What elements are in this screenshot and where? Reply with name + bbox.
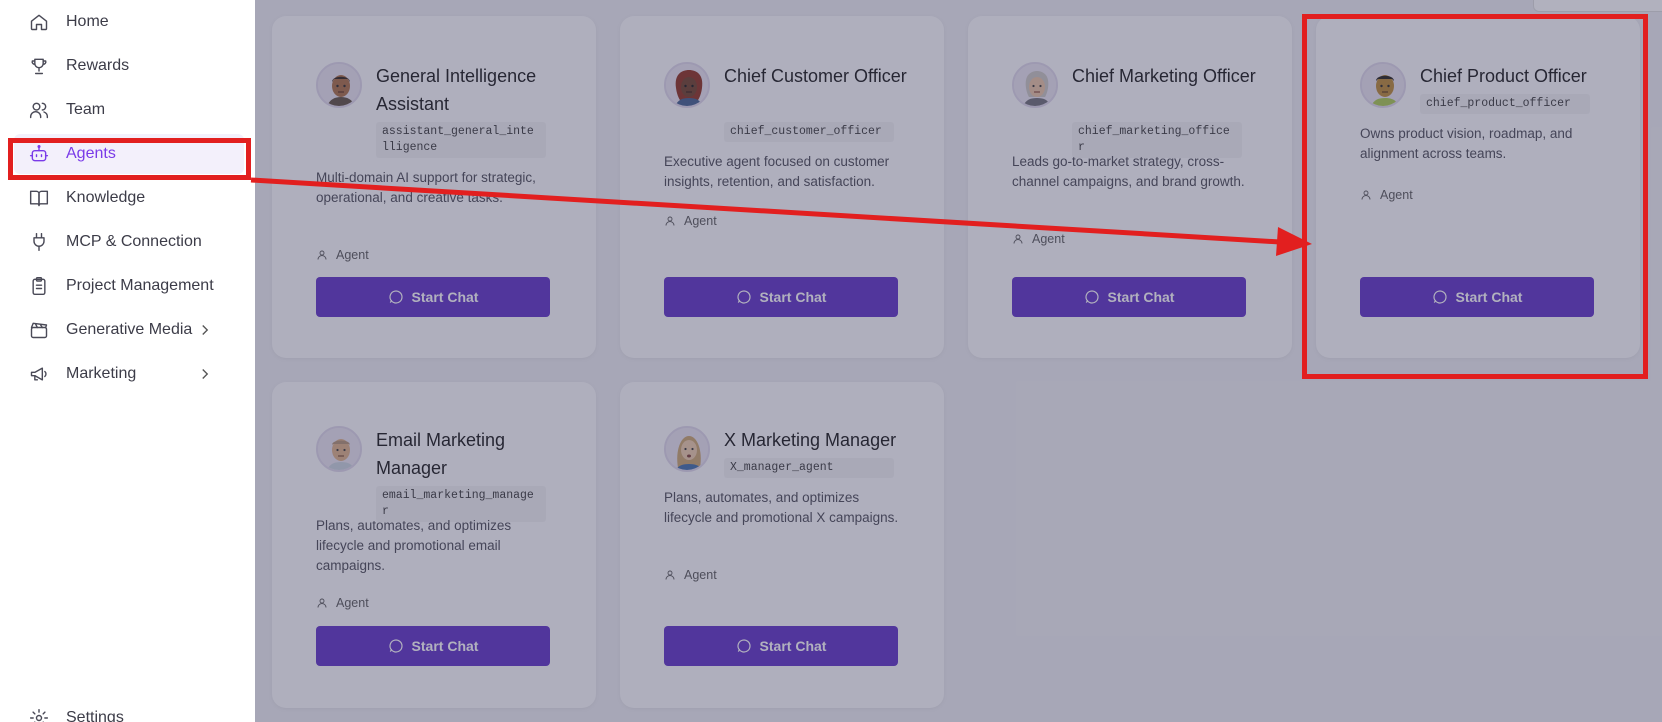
user-icon	[1013, 234, 1023, 244]
agent-role: Agent	[664, 214, 717, 228]
chat-bubble-icon	[736, 639, 751, 653]
agent-title: Chief Product Officer	[1420, 66, 1587, 86]
user-icon	[665, 570, 675, 580]
sidebar-item-label: MCP & Connection	[66, 233, 202, 250]
agent-description: Multi-domain AI support for strategic, o…	[316, 170, 536, 205]
clapperboard-icon	[28, 319, 50, 341]
agent-card: Chief Product Officer chief_product_offi…	[1316, 16, 1640, 358]
sidebar-item-knowledge[interactable]: Knowledge	[14, 178, 244, 218]
agent-role: Agent	[1012, 232, 1065, 246]
chat-bubble-icon	[388, 290, 403, 304]
agent-role: Agent	[1360, 188, 1413, 202]
agent-code: chief_product_officer	[1420, 94, 1590, 114]
sidebar-item-label: Home	[66, 13, 109, 30]
agent-description: Plans, automates, and optimizes lifecycl…	[316, 518, 512, 573]
chat-bubble-icon	[1084, 290, 1099, 304]
chevron-right-icon	[196, 365, 214, 383]
sidebar-item-settings[interactable]: Settings	[14, 698, 244, 722]
sidebar-item-label: Marketing	[66, 365, 137, 382]
agent-role-label: Agent	[684, 568, 717, 582]
users-icon	[28, 99, 50, 121]
agent-avatar	[1012, 62, 1058, 108]
agent-description: Plans, automates, and optimizes lifecycl…	[664, 490, 899, 525]
chat-bubble-icon	[1432, 290, 1447, 304]
sidebar-item-generative-media[interactable]: Generative Media	[14, 310, 244, 350]
agent-role-label: Agent	[684, 214, 717, 228]
sidebar-item-project-management[interactable]: Project Management	[14, 266, 244, 306]
agent-role: Agent	[664, 568, 717, 582]
plug-icon	[28, 231, 50, 253]
robot-icon	[28, 143, 50, 165]
agent-avatar	[316, 426, 362, 472]
start-chat-button[interactable]: Start Chat	[664, 626, 898, 666]
agent-title: Email Marketing Manager	[376, 430, 506, 478]
user-icon	[665, 216, 675, 226]
user-icon	[1361, 190, 1371, 200]
sidebar-item-label: Rewards	[66, 57, 130, 74]
top-dropdown-edge	[1533, 0, 1662, 12]
agent-role-label: Agent	[336, 596, 369, 610]
start-chat-button[interactable]: Start Chat	[1012, 277, 1246, 317]
agent-card: Email Marketing Manager email_marketing_…	[272, 382, 596, 708]
agent-role-label: Agent	[1032, 232, 1065, 246]
gear-icon	[28, 707, 50, 722]
agent-title: Chief Marketing Officer	[1072, 66, 1256, 86]
sidebar-item-label: Agents	[66, 145, 116, 162]
sidebar-item-label: Generative Media	[66, 321, 193, 338]
agent-role: Agent	[316, 596, 369, 610]
chat-bubble-icon	[736, 290, 751, 304]
clipboard-icon	[28, 275, 50, 297]
agent-card: Chief Marketing Officer chief_marketing_…	[968, 16, 1292, 358]
agent-avatar	[664, 62, 710, 108]
sidebar-item-team[interactable]: Team	[14, 90, 244, 130]
start-chat-button[interactable]: Start Chat	[1360, 277, 1594, 317]
sidebar: Home Rewards Team Agents Knowledge MCP &…	[0, 0, 255, 722]
agents-grid: General Intelligence Assistant assistant…	[255, 0, 1662, 722]
trophy-icon	[28, 55, 50, 77]
agent-role: Agent	[316, 248, 369, 262]
agent-card: Chief Customer Officer chief_customer_of…	[620, 16, 944, 358]
agent-description: Owns product vision, roadmap, and alignm…	[1360, 126, 1573, 161]
home-icon	[28, 11, 50, 33]
user-icon	[317, 250, 327, 260]
chevron-right-icon	[196, 321, 214, 339]
agent-card: X Marketing Manager X_manager_agent Plan…	[620, 382, 944, 708]
sidebar-item-agents[interactable]: Agents	[14, 134, 244, 174]
agent-title: Chief Customer Officer	[724, 66, 907, 86]
chat-bubble-icon	[388, 639, 403, 653]
agent-title: X Marketing Manager	[724, 430, 897, 450]
agent-avatar	[1360, 62, 1406, 108]
agent-description: Leads go-to-market strategy, cross-chann…	[1012, 154, 1245, 189]
agent-code: assistant_general_intelligence	[376, 122, 546, 158]
start-chat-button[interactable]: Start Chat	[316, 277, 550, 317]
sidebar-item-label: Project Management	[66, 277, 214, 294]
start-chat-label: Start Chat	[411, 638, 479, 654]
start-chat-button[interactable]: Start Chat	[664, 277, 898, 317]
agent-code: chief_customer_officer	[724, 122, 894, 142]
start-chat-label: Start Chat	[411, 289, 479, 305]
agent-code: X_manager_agent	[724, 458, 894, 478]
start-chat-button[interactable]: Start Chat	[316, 626, 550, 666]
sidebar-item-label: Settings	[66, 709, 124, 722]
agent-card: General Intelligence Assistant assistant…	[272, 16, 596, 358]
start-chat-label: Start Chat	[1455, 289, 1523, 305]
start-chat-label: Start Chat	[759, 289, 827, 305]
start-chat-label: Start Chat	[1107, 289, 1175, 305]
agent-description: Executive agent focused on customer insi…	[664, 154, 890, 189]
megaphone-icon	[28, 363, 50, 385]
start-chat-label: Start Chat	[759, 638, 827, 654]
user-icon	[317, 598, 327, 608]
sidebar-item-marketing[interactable]: Marketing	[14, 354, 244, 394]
sidebar-item-label: Team	[66, 101, 106, 118]
agent-title: General Intelligence Assistant	[376, 66, 537, 114]
sidebar-item-home[interactable]: Home	[14, 2, 244, 42]
sidebar-item-label: Knowledge	[66, 189, 146, 206]
agent-role-label: Agent	[336, 248, 369, 262]
book-icon	[28, 187, 50, 209]
agent-avatar	[664, 426, 710, 472]
sidebar-item-mcp-connection[interactable]: MCP & Connection	[14, 222, 244, 262]
agent-avatar	[316, 62, 362, 108]
sidebar-item-rewards[interactable]: Rewards	[14, 46, 244, 86]
agent-role-label: Agent	[1380, 188, 1413, 202]
